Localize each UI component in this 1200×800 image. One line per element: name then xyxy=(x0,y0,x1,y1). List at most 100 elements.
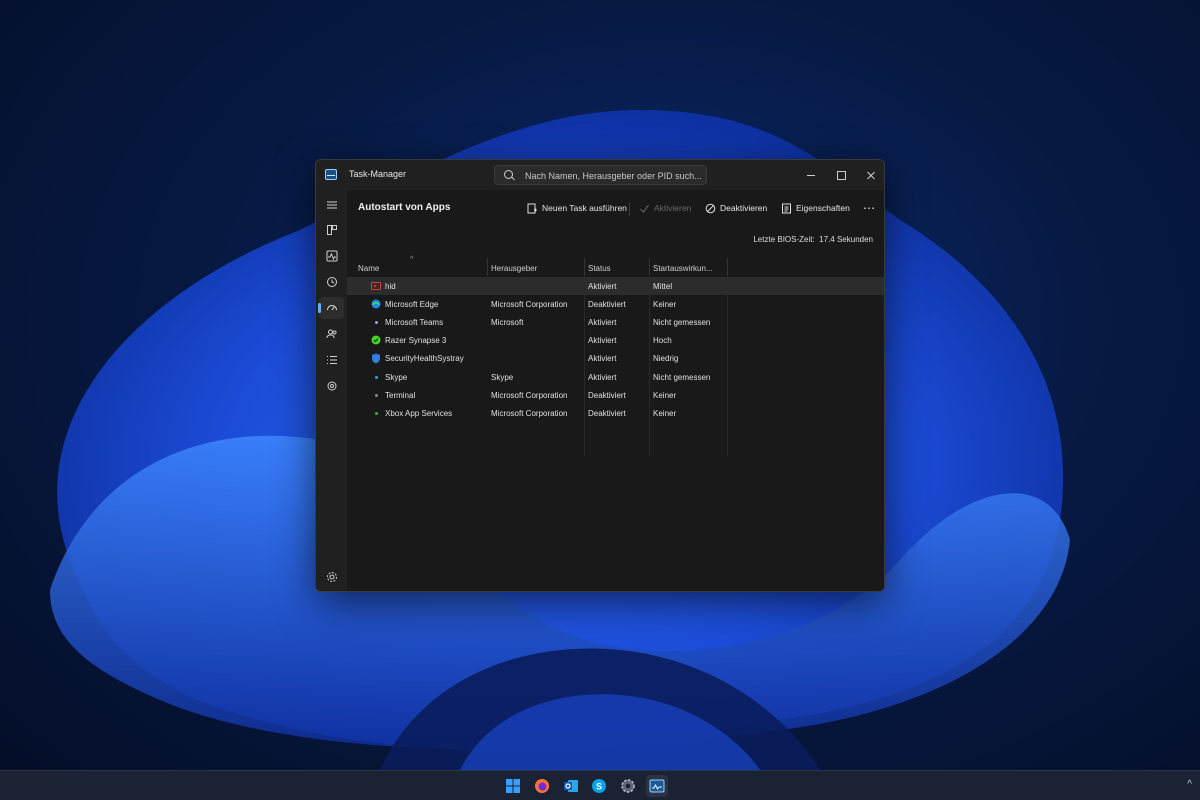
column-resize-handle[interactable] xyxy=(649,258,650,276)
app-startup-impact: Nicht gemessen xyxy=(653,373,711,382)
sidebar-item-processes[interactable] xyxy=(319,219,344,241)
more-options-button[interactable]: ⋯ xyxy=(863,197,876,219)
app-status: Aktiviert xyxy=(588,373,617,382)
sidebar-item-performance[interactable] xyxy=(319,245,344,267)
hid-app-icon xyxy=(371,281,381,291)
teams-icon xyxy=(371,317,381,327)
table-row[interactable]: Razer Synapse 3 Aktiviert Hoch xyxy=(347,331,884,349)
minimize-button[interactable] xyxy=(796,160,826,190)
column-resize-handle[interactable] xyxy=(584,258,585,276)
app-name: Razer Synapse 3 xyxy=(385,336,447,345)
taskbar-task-manager[interactable] xyxy=(646,775,668,797)
table-row[interactable]: Terminal Microsoft Corporation Deaktivie… xyxy=(347,386,884,404)
taskbar-firefox[interactable] xyxy=(531,775,553,797)
table-row[interactable]: Skype Skype Aktiviert Nicht gemessen xyxy=(347,368,884,386)
app-startup-impact: Keiner xyxy=(653,300,677,309)
maximize-button[interactable] xyxy=(826,160,856,190)
app-status: Deaktiviert xyxy=(588,409,626,418)
terminal-icon xyxy=(371,390,381,400)
settings-gear-icon xyxy=(621,779,635,793)
run-new-task-button[interactable]: Neuen Task ausführen xyxy=(527,197,627,219)
sidebar-item-settings[interactable] xyxy=(319,566,344,588)
sidebar-item-users[interactable] xyxy=(319,323,344,345)
app-status: Aktiviert xyxy=(588,282,617,291)
app-status: Deaktiviert xyxy=(588,300,626,309)
run-new-task-label: Neuen Task ausführen xyxy=(542,203,627,213)
taskbar-skype[interactable]: S xyxy=(588,775,610,797)
sidebar-item-app-history[interactable] xyxy=(319,271,344,293)
sidebar-item-details[interactable] xyxy=(319,349,344,371)
title-bar[interactable]: Task-Manager xyxy=(316,160,884,190)
new-task-icon xyxy=(527,203,537,213)
properties-button[interactable]: Eigenschaften xyxy=(781,197,850,219)
properties-label: Eigenschaften xyxy=(796,203,850,213)
table-row[interactable]: Microsoft Teams Microsoft Aktiviert Nich… xyxy=(347,313,884,331)
bios-time-label: Letzte BIOS-Zeit: xyxy=(753,235,815,244)
sidebar-nav xyxy=(316,190,347,591)
column-header-startup-impact[interactable]: Startauswirkun... xyxy=(653,264,713,273)
skype-icon: S xyxy=(592,779,606,793)
app-startup-impact: Niedrig xyxy=(653,354,679,363)
column-resize-handle[interactable] xyxy=(727,258,728,276)
search-input[interactable] xyxy=(525,168,703,183)
outlook-icon xyxy=(564,780,578,792)
table-row[interactable]: SecurityHealthSystray Aktiviert Niedrig xyxy=(347,349,884,367)
app-startup-impact: Nicht gemessen xyxy=(653,318,711,327)
app-name: SecurityHealthSystray xyxy=(385,354,464,363)
app-publisher: Microsoft Corporation xyxy=(491,300,568,309)
show-hidden-icons-button[interactable]: ^ xyxy=(1187,779,1192,790)
users-icon xyxy=(326,329,336,339)
svg-text:S: S xyxy=(596,782,602,792)
hamburger-menu-button[interactable] xyxy=(319,194,344,216)
app-startup-impact: Hoch xyxy=(653,336,672,345)
disable-icon xyxy=(705,203,716,213)
taskbar-settings[interactable] xyxy=(617,775,639,797)
sidebar-item-services[interactable] xyxy=(319,375,344,397)
app-startup-impact: Keiner xyxy=(653,409,677,418)
app-publisher: Microsoft Corporation xyxy=(491,391,568,400)
edge-icon xyxy=(371,299,381,309)
disable-button[interactable]: Deaktivieren xyxy=(705,197,767,219)
close-button[interactable] xyxy=(856,160,884,190)
app-publisher: Microsoft xyxy=(491,318,524,327)
enable-button[interactable]: Aktivieren xyxy=(639,197,691,219)
table-row[interactable]: Xbox App Services Microsoft Corporation … xyxy=(347,404,884,422)
skype-icon xyxy=(371,372,381,382)
task-manager-window: Task-Manager Nach Namen, Herausgeber ode… xyxy=(315,159,885,592)
app-name: Terminal xyxy=(385,391,416,400)
disable-label: Deaktivieren xyxy=(720,203,768,213)
performance-icon xyxy=(326,250,337,262)
security-shield-icon xyxy=(371,353,381,363)
column-header-name[interactable]: Name xyxy=(358,264,379,273)
toolbar-divider xyxy=(629,202,630,216)
table-row[interactable]: hid Aktiviert Mittel xyxy=(347,277,884,295)
app-startup-impact: Mittel xyxy=(653,282,673,291)
processes-icon xyxy=(326,225,337,235)
startup-apps-icon xyxy=(326,305,337,311)
enable-label: Aktivieren xyxy=(654,203,692,213)
search-icon xyxy=(504,170,513,179)
table-row[interactable]: Microsoft Edge Microsoft Corporation Dea… xyxy=(347,295,884,313)
start-button[interactable] xyxy=(502,775,524,797)
main-content: Autostart von Apps Neuen Task ausführen … xyxy=(347,190,884,591)
app-status: Deaktiviert xyxy=(588,391,626,400)
search-box[interactable] xyxy=(494,165,707,185)
settings-icon xyxy=(326,572,337,582)
windows-start-icon xyxy=(506,779,520,793)
task-manager-icon xyxy=(325,169,337,180)
column-header-publisher[interactable]: Herausgeber xyxy=(491,264,537,273)
app-name: Microsoft Teams xyxy=(385,318,444,327)
app-name: Microsoft Edge xyxy=(385,300,439,309)
taskbar-outlook[interactable] xyxy=(560,775,582,797)
hamburger-menu-icon xyxy=(326,201,337,209)
column-header-status[interactable]: Status xyxy=(588,264,611,273)
app-status: Aktiviert xyxy=(588,354,617,363)
razer-icon xyxy=(371,335,381,345)
task-manager-icon xyxy=(649,779,665,793)
column-resize-handle[interactable] xyxy=(487,258,488,276)
window-title: Task-Manager xyxy=(349,169,407,179)
app-status: Aktiviert xyxy=(588,318,617,327)
checkmark-icon xyxy=(640,204,649,213)
sidebar-item-startup-apps[interactable] xyxy=(318,297,344,319)
sort-ascending-icon[interactable]: ^ xyxy=(410,256,413,263)
